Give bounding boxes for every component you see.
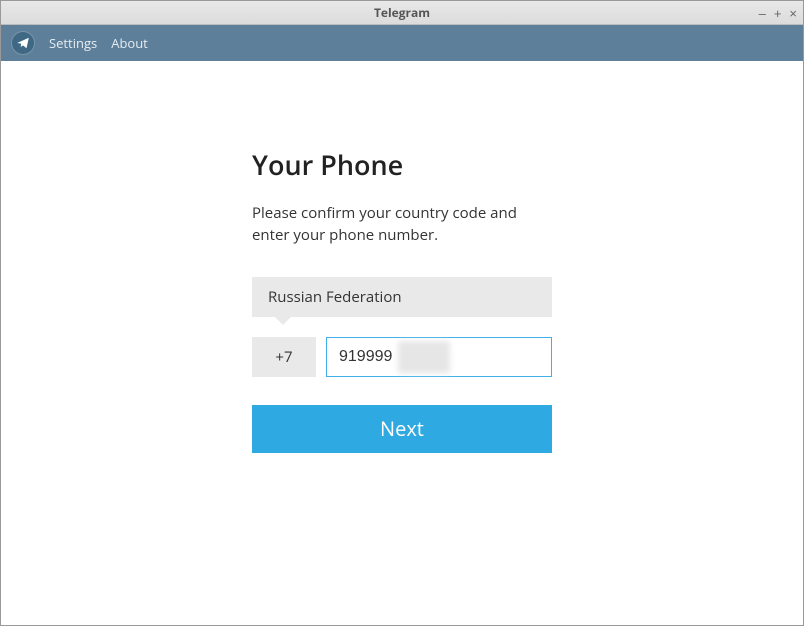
menubar: Settings About <box>1 25 803 61</box>
country-select[interactable]: Russian Federation <box>252 277 552 317</box>
app-window: Telegram – + × Settings About Your Phone… <box>0 0 804 626</box>
phone-input[interactable] <box>326 337 552 377</box>
menu-settings[interactable]: Settings <box>49 34 97 52</box>
country-code-box[interactable]: +7 <box>252 337 316 377</box>
telegram-icon <box>11 31 35 55</box>
window-title: Telegram <box>374 4 430 21</box>
menu-about[interactable]: About <box>111 34 148 52</box>
titlebar[interactable]: Telegram – + × <box>1 1 803 25</box>
phone-input-wrap <box>326 337 552 377</box>
next-button[interactable]: Next <box>252 405 552 453</box>
login-form: Your Phone Please confirm your country c… <box>252 146 552 625</box>
dropdown-pointer-icon <box>274 316 292 325</box>
window-controls: – + × <box>759 1 797 25</box>
page-title: Your Phone <box>252 146 552 183</box>
content-area: Your Phone Please confirm your country c… <box>1 61 803 625</box>
minimize-button[interactable]: – <box>759 7 766 20</box>
maximize-button[interactable]: + <box>774 7 782 20</box>
phone-row: +7 <box>252 337 552 377</box>
instructions-text: Please confirm your country code and ent… <box>252 203 552 247</box>
close-button[interactable]: × <box>789 7 797 20</box>
country-field[interactable]: Russian Federation <box>252 277 552 317</box>
